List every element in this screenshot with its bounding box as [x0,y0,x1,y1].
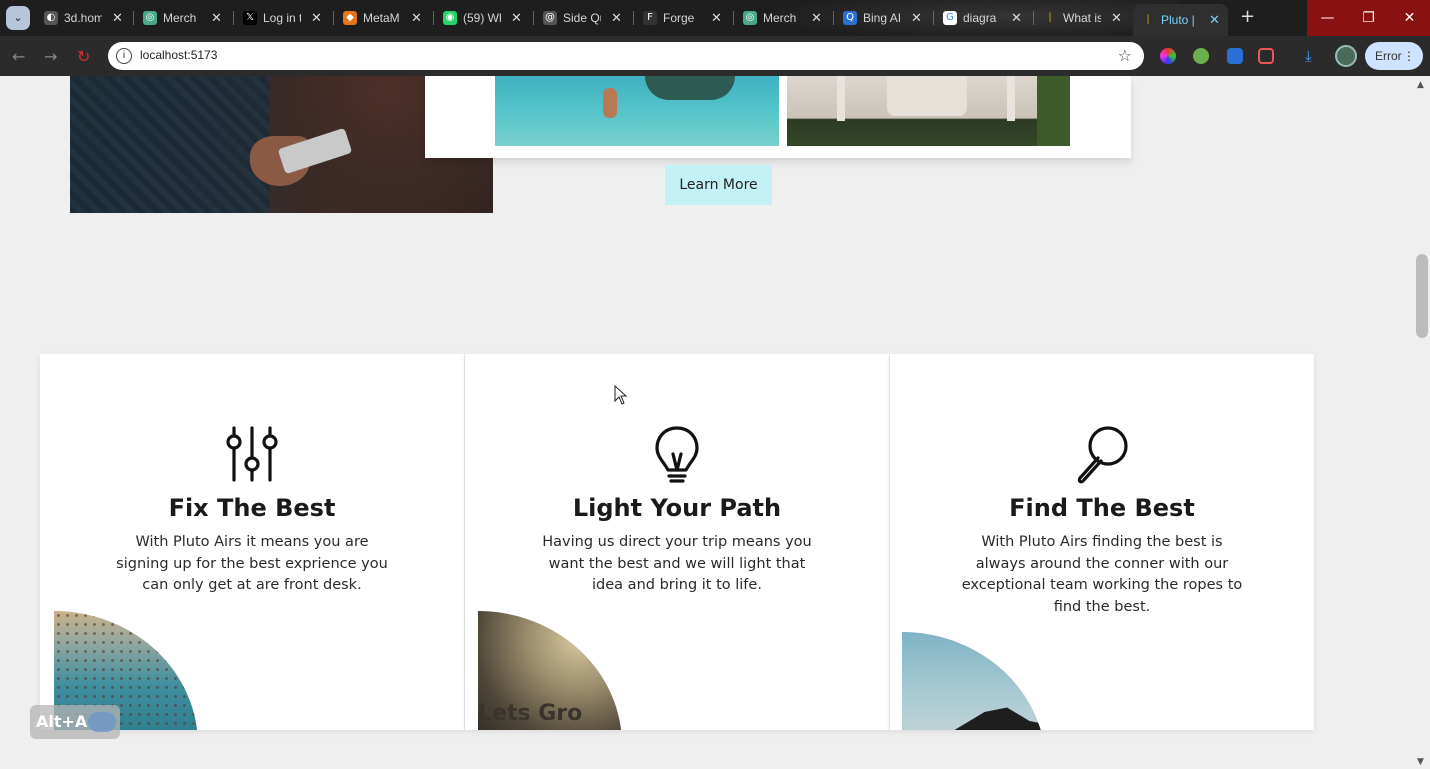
tab-close-icon[interactable]: ✕ [112,11,123,26]
browser-tab-strip: ⌄ ◐ 3d.hom ✕ ◎ Merch ✕ 𝕏 Log in t ✕ ◆ Me… [0,0,1430,36]
tab-favicon-icon: @ [543,11,557,25]
tab-favicon-icon: ◎ [743,11,757,25]
tab-close-icon[interactable]: ✕ [411,11,422,26]
tab-title: diagra [963,11,997,25]
back-icon[interactable]: ← [12,47,25,66]
tab-title: Pluto | [1161,13,1195,27]
photo-overlay-text: Lets Gro [478,701,583,726]
extension-blue-icon[interactable] [1227,48,1243,64]
lightbulb-icon [655,426,699,483]
browser-tab[interactable]: ◉ (59) Wh ✕ [443,6,522,30]
feature-description: With Pluto Airs finding the best is alwa… [961,534,1243,615]
tab-title: MetaM [363,11,400,25]
tab-close-icon[interactable]: ✕ [611,11,622,26]
page-viewport: Learn More Fix The Best With Pluto Airs … [0,76,1414,769]
browser-tab[interactable]: | What is ✕ [1043,6,1122,30]
browser-tab[interactable]: G diagra ✕ [943,6,1022,30]
error-label: Error [1375,49,1402,63]
tab-favicon-icon: | [1048,12,1052,23]
beach-photo [495,76,779,146]
scroll-up-icon[interactable]: ▲ [1417,80,1424,90]
browser-tab[interactable]: ◆ MetaM ✕ [343,6,422,30]
browser-tab[interactable]: 𝕏 Log in t ✕ [243,6,322,30]
sliders-icon [226,426,278,482]
tab-close-icon[interactable]: ✕ [311,11,322,26]
tab-title: Merch [163,11,197,25]
extension-green-icon[interactable] [1193,48,1209,64]
mountain-silhouette-photo [902,632,1046,730]
feature-title: Light Your Path [572,494,782,522]
mouse-cursor-icon [614,385,628,405]
bookmark-star-icon[interactable]: ☆ [1118,46,1132,65]
tab-close-icon[interactable]: ✕ [511,11,522,26]
site-info-icon[interactable]: i [116,48,132,64]
feature-description: Having us direct your trip means you wan… [542,534,812,593]
url-text: localhost:5173 [140,48,218,62]
feature-title: Fix The Best [168,494,336,522]
browser-tab[interactable]: F Forge ✕ [643,6,722,30]
reload-icon[interactable]: ↻ [77,47,90,66]
learn-more-button[interactable]: Learn More [665,165,772,205]
scroll-down-icon[interactable]: ▼ [1417,757,1424,767]
browser-tab[interactable]: Q Bing AI ✕ [843,6,922,30]
cloudy-sky-photo: Lets Gro [478,611,622,730]
tab-close-icon[interactable]: ✕ [711,11,722,26]
extensions-puzzle-icon[interactable] [1258,48,1274,64]
tab-title: Log in t [263,11,301,25]
tab-favicon-icon: | [1146,14,1150,25]
extension-color-icon[interactable] [1160,48,1176,64]
window-controls: — ❐ ✕ [1307,0,1430,36]
magnifier-icon [1077,426,1128,484]
tab-title: Forge [663,11,695,25]
tab-title: Merch [763,11,797,25]
tab-search-icon[interactable]: ⌄ [6,6,30,30]
feature-card: Find The Best With Pluto Airs finding th… [890,354,1314,730]
feature-card: Fix The Best With Pluto Airs it means yo… [40,354,464,730]
widget-label: Alt+A [36,712,88,731]
tab-title: Bing AI [863,11,901,25]
tab-favicon-icon: ◎ [143,11,157,25]
tab-title: 3d.hom [64,11,102,25]
browser-tab[interactable]: ◐ 3d.hom ✕ [44,6,123,30]
widget-orb-icon [88,712,116,732]
destination-gallery-card [425,76,1131,158]
restore-icon[interactable]: ❐ [1348,0,1389,36]
tab-favicon-icon: G [943,11,957,25]
tab-close-icon[interactable]: ✕ [1011,11,1022,26]
close-window-icon[interactable]: ✕ [1389,0,1430,36]
feature-description: With Pluto Airs it means you are signing… [116,534,388,593]
tab-title: Side Qu [563,11,601,25]
feature-title: Find The Best [1009,494,1195,522]
tab-close-icon[interactable]: ✕ [211,11,222,26]
more-menu-icon[interactable]: ⋮ [1403,42,1415,70]
tab-favicon-icon: ◆ [343,11,357,25]
browser-tab-active[interactable]: | Pluto | ✕ [1133,4,1228,36]
address-bar[interactable]: i localhost:5173 ☆ [108,42,1144,70]
tab-favicon-icon: F [643,11,657,25]
feature-card: Light Your Path Having us direct your tr… [465,354,889,730]
tab-close-icon[interactable]: ✕ [1111,11,1122,26]
browser-tab[interactable]: ◎ Merch ✕ [143,6,222,30]
tab-close-icon[interactable]: ✕ [1209,13,1220,28]
tab-title: What is [1063,11,1101,25]
minimize-icon[interactable]: — [1307,0,1348,36]
tab-favicon-icon: ◉ [443,11,457,25]
browser-tab[interactable]: @ Side Qu ✕ [543,6,622,30]
download-icon[interactable]: ⤓ [1305,48,1321,64]
profile-avatar[interactable] [1335,45,1357,67]
tab-favicon-icon: Q [843,11,857,25]
forward-icon[interactable]: → [44,47,57,66]
new-tab-icon[interactable]: + [1240,6,1255,27]
scrollbar-thumb[interactable] [1416,254,1428,338]
browser-tab[interactable]: ◎ Merch ✕ [743,6,822,30]
error-button[interactable]: Error ⋮ [1365,42,1423,70]
tab-title: (59) Wh [463,11,501,25]
tab-close-icon[interactable]: ✕ [911,11,922,26]
tab-favicon-icon: ◐ [44,11,58,25]
page-scrollbar[interactable]: ▲ ▼ [1414,76,1430,769]
taj-mahal-photo [787,76,1070,146]
tab-close-icon[interactable]: ✕ [811,11,822,26]
screenshot-widget[interactable]: Alt+A [30,705,120,739]
tab-favicon-icon: 𝕏 [243,11,257,25]
